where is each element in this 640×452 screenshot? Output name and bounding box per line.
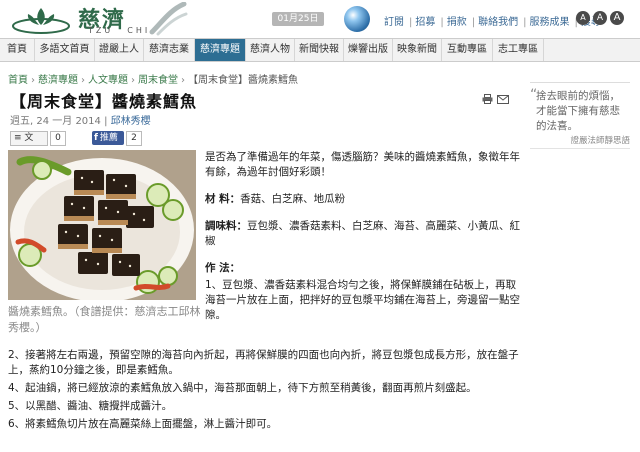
nav-topics[interactable]: 慈濟專題 (195, 39, 246, 61)
breadcrumb-current: 【周末食堂】醬燒素鱈魚 (188, 75, 298, 86)
nav-master[interactable]: 證嚴上人 (95, 39, 144, 61)
nav-home[interactable]: 首頁 (0, 39, 35, 61)
breadcrumb-home[interactable]: 首頁 (8, 75, 28, 86)
date-badge: 01月25日 (272, 12, 324, 26)
text-share-button[interactable]: ≡ 文 (10, 131, 48, 146)
separator: | (523, 17, 527, 28)
breadcrumb-topics[interactable]: 慈濟專題 (38, 75, 78, 86)
quote-source[interactable]: 證嚴法師靜思語 (540, 134, 630, 146)
share-bar: ≡ 文 0 f 推薦 2 (10, 130, 160, 146)
separator: | (471, 17, 476, 28)
top-link-subscribe[interactable]: 訂閱 (384, 17, 404, 28)
nav-multilingual[interactable]: 多語文首頁 (35, 39, 95, 61)
method-step-1: 1、豆包漿、濃香菇素料混合均勻之後，將保鮮膜鋪在砧板上，再取海苔一片放在上面，把… (205, 279, 520, 321)
materials-paragraph: 材 料：香菇、白芝麻、地瓜粉 (205, 192, 521, 207)
site-logo[interactable]: 慈濟 TZU CHI (10, 2, 188, 36)
article-date: 週五, 24 一月 2014 (10, 116, 101, 127)
article-intro: 是否為了準備過年的年菜，傷透腦筋？美味的醬燒素鱈魚，象徵年年有餘，為過年討個好彩… (205, 151, 520, 178)
separator: | (440, 17, 444, 28)
separator: | (409, 17, 413, 28)
breadcrumb-separator: › (131, 75, 135, 86)
text-icon: ≡ (14, 133, 22, 143)
breadcrumb-separator: › (81, 75, 85, 86)
recommend-button[interactable]: f 推薦 (92, 131, 124, 145)
image-caption: 醬燒素鱈魚。（食譜提供：慈濟志工邱林秀櫻。） (8, 305, 201, 334)
nav-news[interactable]: 新聞快報 (295, 39, 344, 61)
top-link-donate[interactable]: 捐款 (447, 17, 467, 28)
materials-label: 材 料： (205, 193, 241, 205)
site-header: 慈濟 TZU CHI 01月25日 訂閱 | 招募 | 捐款 | 聯絡我們 | 服務成果 | 搜尋 A… (0, 0, 640, 38)
font-size-large-button[interactable]: A (610, 11, 624, 25)
facebook-icon: f (94, 133, 98, 143)
breadcrumb: 首頁 › 慈濟專題 › 人文專題 › 周末食堂 › 【周末食堂】醬燒素鱈魚 (8, 71, 298, 86)
recommend-count: 2 (126, 131, 142, 146)
top-link-results[interactable]: 服務成果 (530, 17, 570, 28)
method-label: 作 法： (205, 262, 241, 274)
top-link-recruit[interactable]: 招募 (415, 17, 435, 28)
globe-icon[interactable] (344, 6, 370, 32)
print-icon[interactable] (482, 94, 493, 104)
seasoning-text: 豆包漿、濃香菇素料、白芝麻、海苔、高麗菜、小黃瓜、紅椒 (205, 220, 520, 247)
nav-missions[interactable]: 慈濟志業 (144, 39, 195, 61)
nav-video-news[interactable]: 映象新聞 (393, 39, 442, 61)
method-step-5: 5、以黑醋、醬油、糖攪拌成醬汁。 (8, 400, 173, 412)
article-author[interactable]: 邱林秀櫻 (111, 116, 151, 127)
quote-text: 捨去眼前的煩惱，才能當下擁有慈悲的法喜。 (536, 90, 620, 132)
seasoning-paragraph: 調味料：豆包漿、濃香菇素料、白芝麻、海苔、高麗菜、小黃瓜、紅椒 (205, 219, 521, 249)
logo-english-text: TZU CHI (88, 26, 151, 35)
article-meta: 週五, 24 一月 2014 | 邱林秀櫻 (10, 112, 151, 127)
breadcrumb-weekend-kitchen[interactable]: 周末食堂 (138, 75, 178, 86)
top-link-contact[interactable]: 聯絡我們 (478, 17, 518, 28)
method-step-2: 2、接著將左右兩邊，預留空隙的海苔向內折起，再將保鮮膜的四面也向內折，將豆包漿包… (8, 349, 519, 376)
nav-volunteer[interactable]: 志工專區 (493, 39, 544, 61)
brush-art-icon (149, 2, 188, 36)
nav-publications[interactable]: 爍響出版 (344, 39, 393, 61)
breadcrumb-separator: › (181, 75, 185, 86)
top-links: 訂閱 | 招募 | 捐款 | 聯絡我們 | 服務成果 | 搜尋 (384, 13, 603, 28)
dish-photo (8, 150, 196, 300)
method-paragraph: 作 法： (205, 261, 521, 276)
nav-people[interactable]: 慈濟人物 (246, 39, 295, 61)
email-icon[interactable] (497, 95, 509, 104)
method-steps: 2、接著將左右兩邊，預留空隙的海苔向內折起，再將保鮮膜的四面也向內折，將豆包漿包… (8, 348, 523, 435)
breadcrumb-separator: › (31, 75, 35, 86)
text-share-count: 0 (50, 131, 66, 146)
materials-text: 香菇、白芝麻、地瓜粉 (240, 193, 346, 205)
main-nav: 首頁 多語文首頁 證嚴上人 慈濟志業 慈濟專題 慈濟人物 新聞快報 爍響出版 映… (0, 38, 640, 62)
method-step-6: 6、將素鱈魚切片放在高麗菜絲上面擺盤，淋上醬汁即可。 (8, 418, 278, 430)
font-size-medium-button[interactable]: A (593, 11, 607, 25)
article-body: 是否為了準備過年的年菜，傷透腦筋？美味的醬燒素鱈魚，象徵年年有餘，為過年討個好彩… (205, 150, 521, 335)
jingsi-quote-box: “ 捨去眼前的煩惱，才能當下擁有慈悲的法喜。 (530, 82, 630, 133)
divider (530, 148, 630, 149)
font-size-small-button[interactable]: A (576, 11, 590, 25)
page-title: 【周末食堂】醬燒素鱈魚 (10, 92, 198, 111)
meta-separator: | (100, 116, 111, 127)
lotus-emblem-icon (12, 8, 70, 34)
nav-interactive[interactable]: 互動專區 (442, 39, 493, 61)
seasoning-label: 調味料： (205, 220, 247, 232)
method-step-4: 4、起油鍋，將已經放涼的素鱈魚放入鍋中，海苔那面朝上，待下方煎至稍黃後，翻面再煎… (8, 382, 477, 394)
breadcrumb-culture[interactable]: 人文專題 (88, 75, 128, 86)
